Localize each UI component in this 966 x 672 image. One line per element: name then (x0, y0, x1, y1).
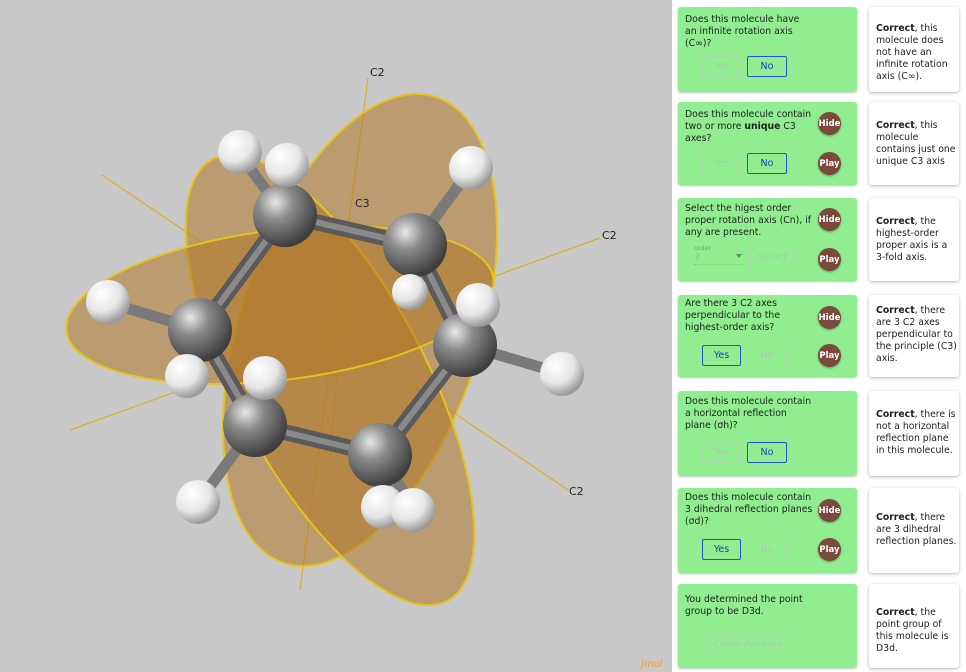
hide-button[interactable]: Hide (818, 306, 841, 329)
no-button[interactable]: No (747, 539, 787, 560)
question-text: Are there 3 C2 axes perpendicular to the… (685, 298, 781, 333)
no-button[interactable]: No (747, 56, 787, 77)
c2-axis-label-right: C2 (602, 229, 617, 242)
answer-text: Correct, there are 3 dihedral reflection… (876, 512, 957, 547)
check-answers-button[interactable]: Check Answers (708, 634, 788, 656)
hydrogen-atom (456, 283, 500, 327)
answer-text: Correct, this molecule does not have an … (876, 23, 948, 82)
hydrogen-atom (449, 146, 493, 190)
answer-text: Correct, the point group of this molecul… (876, 607, 949, 654)
yes-button[interactable]: Yes (702, 153, 741, 174)
yes-button[interactable]: Yes (702, 56, 741, 77)
answer-text: Correct, there are 3 C2 axes perpendicul… (876, 305, 957, 364)
hide-button[interactable]: Hide (818, 208, 841, 231)
question-card-5: Does this molecule contain a horizontal … (678, 391, 857, 476)
molecule-scene (65, 77, 601, 607)
answer-card-6: Correct, there are 3 dihedral reflection… (869, 488, 959, 573)
no-button[interactable]: No (747, 153, 787, 174)
question-text: Select the higest order proper rotation … (685, 203, 812, 238)
hydrogen-atom (176, 480, 220, 524)
c3-axis-label: C3 (355, 197, 370, 210)
question-card-7: You determined the point group to be D3d… (678, 584, 857, 668)
question-text: Does this molecule have an infinite rota… (685, 14, 800, 49)
hide-button[interactable]: Hide (818, 499, 841, 522)
hydrogen-atom (265, 143, 309, 187)
hydrogen-atom (391, 488, 435, 532)
hide-button[interactable]: Hide (818, 112, 841, 135)
yes-button[interactable]: Yes (702, 442, 741, 463)
question-text: Does this molecule contain a horizontal … (685, 396, 812, 431)
play-button[interactable]: Play (818, 344, 841, 367)
hydrogen-atom (392, 274, 428, 310)
answer-card-7: Correct, the point group of this molecul… (869, 584, 959, 668)
carbon-atom (223, 393, 287, 457)
hydrogen-atom (165, 354, 209, 398)
c2-axis-label-bottom: C2 (569, 485, 584, 498)
jmol-watermark: Jmol (641, 659, 663, 670)
carbon-atom (348, 423, 412, 487)
c2-axis-label-top: C2 (370, 66, 385, 79)
carbon-atom (168, 298, 232, 362)
question-card-2: Does this molecule contain two or more u… (678, 102, 857, 185)
answer-text: Correct, the highest-order proper axis i… (876, 216, 948, 263)
carbon-atom (253, 183, 317, 247)
yes-button[interactable]: Yes (702, 345, 741, 366)
answer-card-5: Correct, there is not a horizontal refle… (869, 391, 959, 476)
hydrogen-atom (243, 356, 287, 400)
molecule-viewer[interactable]: C2 C3 C2 C2 Jmol (0, 0, 672, 672)
answer-card-4: Correct, there are 3 C2 axes perpendicul… (869, 295, 959, 377)
hydrogen-atom (540, 352, 584, 396)
question-card-6: Does this molecule contain 3 dihedral re… (678, 488, 857, 573)
hydrogen-atom (218, 130, 262, 174)
question-card-3: Select the higest order proper rotation … (678, 198, 857, 281)
question-text: Does this molecule contain 3 dihedral re… (685, 492, 813, 527)
carbon-atom (383, 213, 447, 277)
answer-card-1: Correct, this molecule does not have an … (869, 7, 959, 92)
no-button[interactable]: No (747, 345, 787, 366)
no-button[interactable]: No (747, 442, 787, 463)
play-button[interactable]: Play (818, 248, 841, 271)
question-text: You determined the point group to be D3d… (685, 594, 803, 617)
answer-text: Correct, this molecule contains just one… (876, 120, 956, 167)
select-button[interactable]: Select (750, 247, 795, 268)
hydrogen-atom (86, 280, 130, 324)
play-button[interactable]: Play (818, 152, 841, 175)
answer-text: Correct, there is not a horizontal refle… (876, 409, 956, 456)
answer-card-2: Correct, this molecule contains just one… (869, 102, 959, 185)
play-button[interactable]: Play (818, 538, 841, 561)
question-card-1: Does this molecule have an infinite rota… (678, 7, 857, 92)
question-card-4: Are there 3 C2 axes perpendicular to the… (678, 295, 857, 377)
question-text: Does this molecule contain two or more u… (685, 109, 812, 144)
dropdown-arrow-icon (736, 254, 742, 258)
yes-button[interactable]: Yes (702, 539, 741, 560)
answer-card-3: Correct, the highest-order proper axis i… (869, 198, 959, 281)
